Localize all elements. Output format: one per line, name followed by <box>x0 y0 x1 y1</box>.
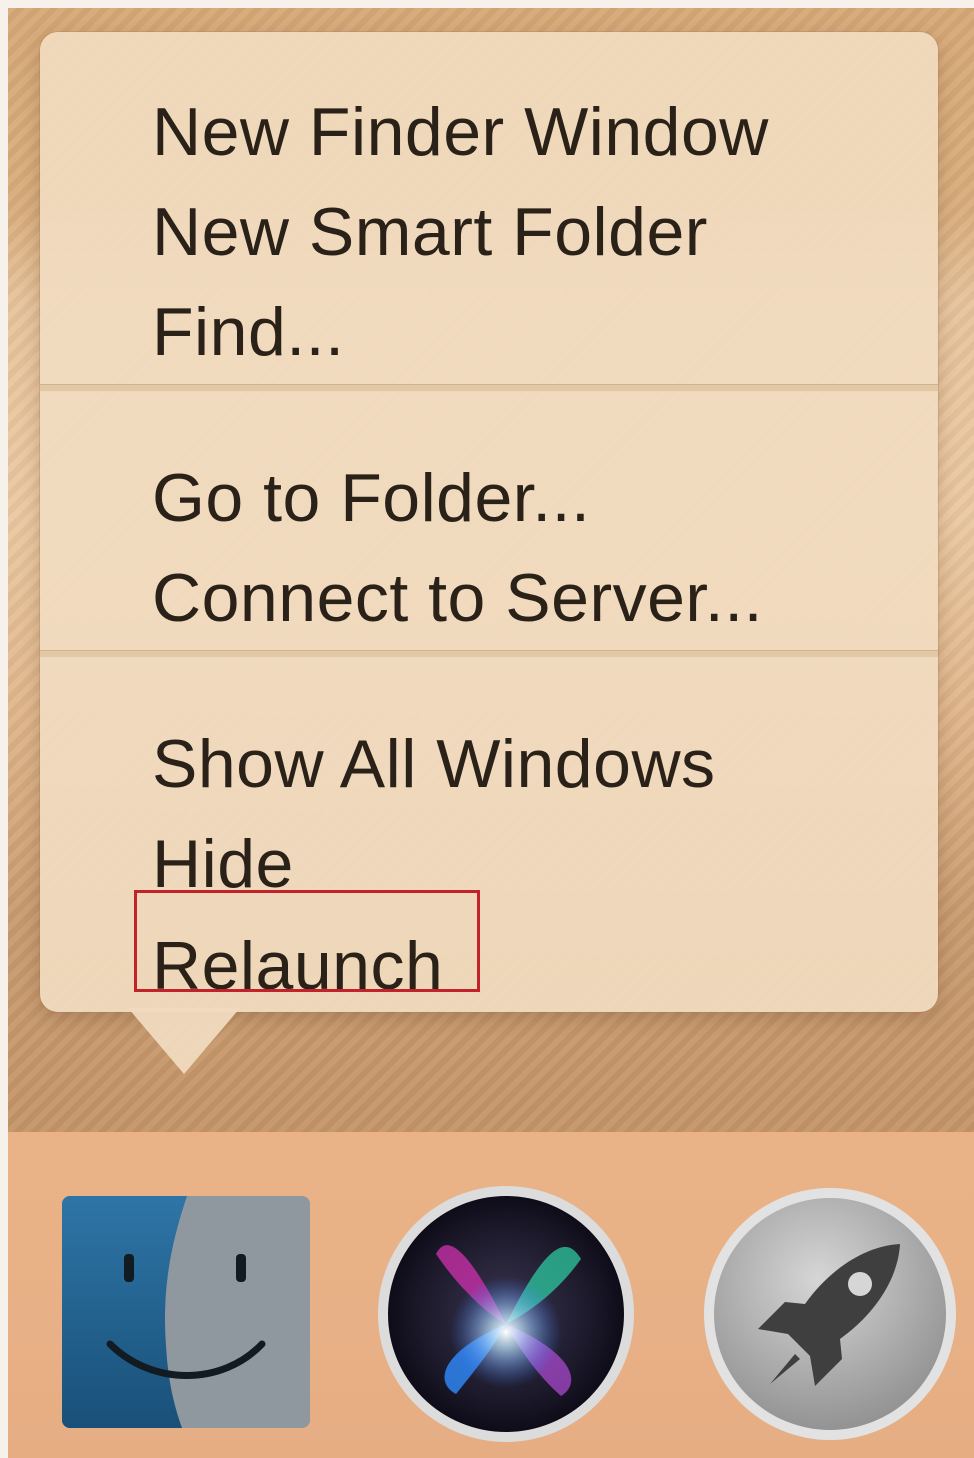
menu-separator <box>40 384 938 392</box>
finder-face-graphic <box>62 1196 310 1428</box>
relaunch-highlight-box <box>134 890 480 992</box>
menu-item-label: New Smart Folder <box>152 194 708 270</box>
finder-context-menu: New Finder Window New Smart Folder Find.… <box>40 32 938 1012</box>
launchpad-icon[interactable] <box>700 1184 960 1444</box>
menu-item-show-all-windows[interactable]: Show All Windows <box>40 716 938 812</box>
menu-separator <box>40 650 938 658</box>
menu-item-label: Find... <box>152 294 345 370</box>
finder-icon[interactable] <box>62 1196 310 1428</box>
menu-item-label: Go to Folder... <box>152 460 591 536</box>
menu-item-label: Show All Windows <box>152 726 716 802</box>
menu-item-new-smart-folder[interactable]: New Smart Folder <box>40 184 938 280</box>
siri-icon[interactable] <box>376 1184 636 1444</box>
menu-item-label: New Finder Window <box>152 94 769 170</box>
rocket-graphic <box>704 1188 956 1440</box>
menu-item-new-finder-window[interactable]: New Finder Window <box>40 84 938 180</box>
menu-item-find[interactable]: Find... <box>40 284 938 380</box>
menu-item-label: Connect to Server... <box>152 560 763 636</box>
menu-item-connect-to-server[interactable]: Connect to Server... <box>40 550 938 646</box>
siri-orb-graphic <box>378 1186 634 1442</box>
menu-pointer <box>128 1008 240 1074</box>
menu-item-go-to-folder[interactable]: Go to Folder... <box>40 450 938 546</box>
